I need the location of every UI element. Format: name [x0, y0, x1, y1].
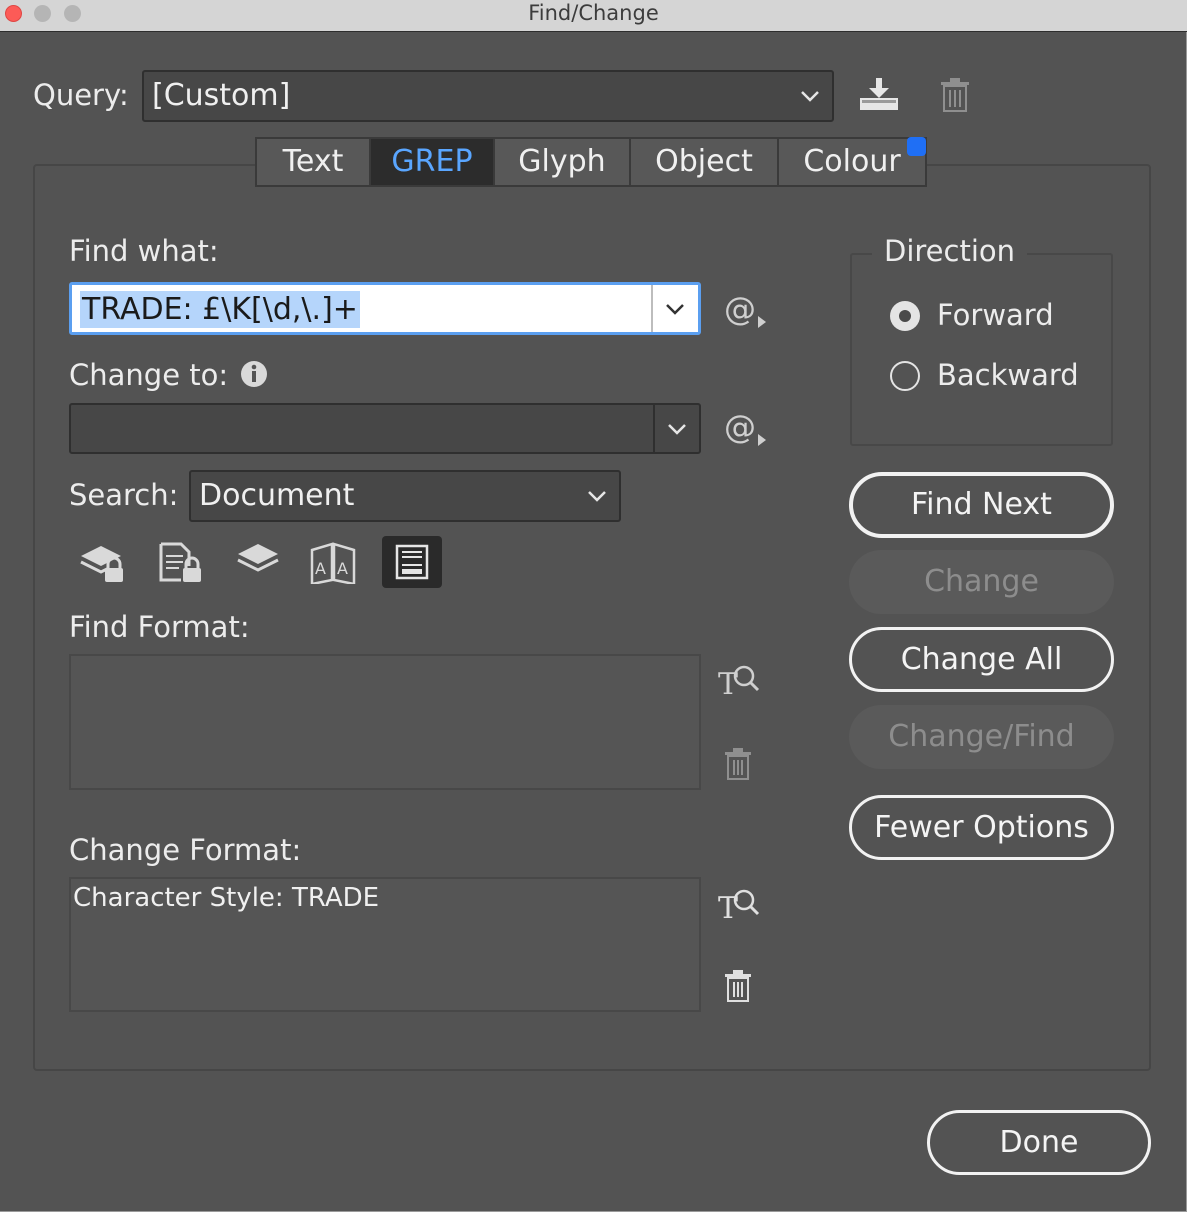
find-format-box[interactable] — [69, 654, 701, 790]
include-footnotes-toggle[interactable] — [382, 536, 442, 588]
backward-label[interactable]: Backward — [937, 358, 1079, 392]
direction-label: Direction — [872, 234, 1028, 268]
trash-icon[interactable] — [724, 970, 752, 1002]
info-icon[interactable] — [240, 360, 268, 388]
forward-radio[interactable] — [890, 301, 920, 331]
change-to-history-button[interactable] — [653, 405, 699, 452]
change-to-label: Change to: — [69, 358, 229, 392]
include-master-pages-icon[interactable]: A A — [310, 542, 356, 584]
change-format-label: Change Format: — [69, 833, 302, 867]
query-label: Query: — [33, 78, 129, 112]
svg-text:@: @ — [724, 292, 756, 328]
done-button[interactable]: Done — [927, 1110, 1151, 1175]
tab-text[interactable]: Text — [257, 139, 371, 185]
delete-query-icon[interactable] — [940, 78, 970, 112]
fewer-options-button[interactable]: Fewer Options — [849, 795, 1114, 860]
tab-object[interactable]: Object — [631, 139, 779, 185]
chevron-down-icon — [588, 491, 606, 502]
chevron-down-icon — [666, 304, 684, 315]
include-locked-layers-icon[interactable] — [79, 542, 127, 584]
find-format-label: Find Format: — [69, 610, 250, 644]
notification-badge — [907, 137, 926, 156]
tab-colour[interactable]: Colour — [779, 139, 925, 185]
change-all-button[interactable]: Change All — [849, 627, 1114, 692]
find-next-button[interactable]: Find Next — [849, 472, 1114, 538]
trash-icon[interactable] — [724, 748, 752, 780]
title-bar[interactable]: Find/Change — [0, 0, 1187, 32]
tab-bar: Text GREP Glyph Object Colour — [255, 137, 927, 187]
find-change-window: Find/Change Query: [Custom] Text GREP Gl… — [0, 0, 1187, 1212]
backward-radio[interactable] — [890, 361, 920, 391]
change-format-box[interactable]: Character Style: TRADE — [69, 877, 701, 1012]
find-what-history-button[interactable] — [651, 285, 698, 332]
change-format-value: Character Style: TRADE — [73, 883, 380, 913]
chevron-down-icon — [668, 424, 686, 435]
tab-glyph[interactable]: Glyph — [495, 139, 631, 185]
window-title: Find/Change — [528, 1, 659, 25]
specify-find-format-icon[interactable]: T — [718, 662, 760, 698]
special-characters-icon[interactable]: @ — [724, 292, 770, 332]
direction-group — [850, 253, 1113, 446]
tab-grep[interactable]: GREP — [371, 139, 495, 185]
chevron-down-icon — [801, 91, 819, 102]
find-what-field[interactable]: TRADE: £\K[\d,\.]+ — [69, 282, 701, 335]
query-value: [Custom] — [152, 78, 291, 113]
forward-label[interactable]: Forward — [937, 298, 1054, 332]
change-find-button[interactable]: Change/Find — [849, 705, 1114, 769]
svg-text:A: A — [315, 559, 326, 578]
search-label: Search: — [69, 478, 179, 512]
save-query-icon[interactable] — [858, 76, 900, 112]
change-button[interactable]: Change — [849, 550, 1114, 614]
include-hidden-layers-icon[interactable] — [236, 542, 280, 578]
special-characters-icon[interactable]: @ — [724, 410, 770, 450]
include-footnotes-icon — [395, 544, 429, 580]
svg-text:A: A — [337, 559, 348, 578]
svg-text:@: @ — [724, 410, 756, 446]
include-locked-stories-icon[interactable] — [159, 542, 205, 584]
find-what-label: Find what: — [69, 234, 219, 268]
change-to-field[interactable] — [69, 403, 701, 454]
specify-change-format-icon[interactable]: T — [718, 886, 760, 922]
find-what-value: TRADE: £\K[\d,\.]+ — [80, 291, 360, 328]
search-scope-dropdown[interactable]: Document — [189, 470, 621, 522]
search-scope-value: Document — [199, 478, 355, 513]
query-dropdown[interactable]: [Custom] — [142, 70, 834, 122]
